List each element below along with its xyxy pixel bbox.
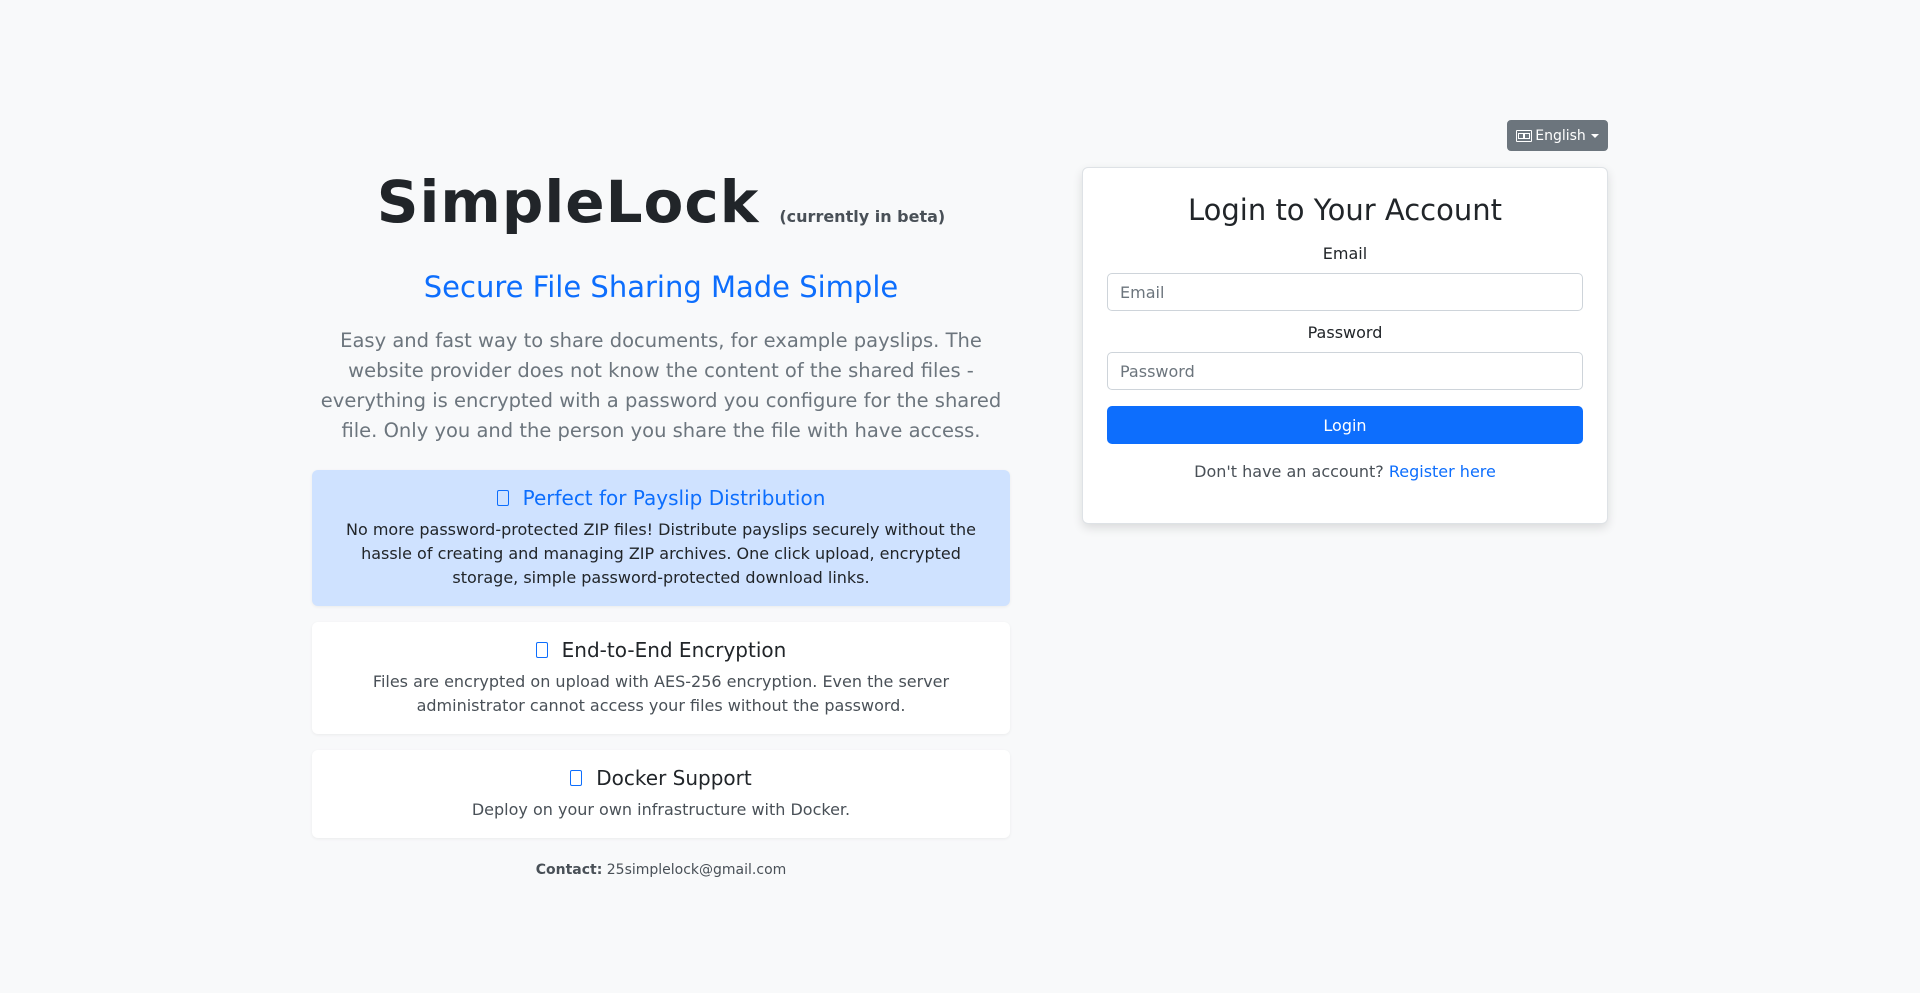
brand-heading: SimpleLock (currently in beta) xyxy=(312,168,1010,248)
email-field[interactable] xyxy=(1107,273,1583,311)
feature-title: Perfect for Payslip Distribution xyxy=(522,486,826,510)
feature-text: Deploy on your own infrastructure with D… xyxy=(471,800,851,819)
register-link[interactable]: Register here xyxy=(1389,462,1496,481)
contact-info: Contact: 25simplelock@gmail.com xyxy=(312,862,1010,878)
password-label: Password xyxy=(1307,323,1383,342)
tagline: Secure File Sharing Made Simple xyxy=(423,270,899,304)
app-title: SimpleLock xyxy=(376,168,760,236)
feature-heading: Docker Support xyxy=(312,764,1010,792)
feature-card-payslip: Perfect for Payslip Distribution No more… xyxy=(312,470,1010,606)
email-label: Email xyxy=(1322,244,1368,263)
login-card: Login to Your Account Email Password Log… xyxy=(1082,167,1608,524)
feature-text: Files are encrypted on upload with AES-2… xyxy=(372,672,950,715)
password-field[interactable] xyxy=(1107,352,1583,390)
login-button[interactable]: Login xyxy=(1107,406,1583,444)
contact-label: Contact: xyxy=(535,862,603,878)
docker-icon xyxy=(570,770,583,786)
feature-title: Docker Support xyxy=(596,766,752,790)
login-title: Login to Your Account xyxy=(1187,193,1502,227)
register-prompt: Don't have an account? Register here xyxy=(1107,462,1583,481)
description: Easy and fast way to share documents, fo… xyxy=(320,329,1002,442)
feature-heading: Perfect for Payslip Distribution xyxy=(312,484,1010,512)
flag-icon xyxy=(1516,129,1533,142)
lock-icon xyxy=(535,642,548,658)
feature-title: End-to-End Encryption xyxy=(561,638,787,662)
contact-email: 25simplelock@gmail.com xyxy=(606,862,787,878)
feature-heading: End-to-End Encryption xyxy=(312,636,1010,664)
feature-card-encryption: End-to-End Encryption Files are encrypte… xyxy=(312,622,1010,734)
feature-text: No more password-protected ZIP files! Di… xyxy=(346,520,976,587)
chevron-down-icon xyxy=(1590,134,1599,138)
beta-badge: (currently in beta) xyxy=(779,207,946,226)
hero-section: SimpleLock (currently in beta) Secure Fi… xyxy=(312,160,1010,878)
language-dropdown-button[interactable]: English xyxy=(1507,120,1608,151)
feature-card-docker: Docker Support Deploy on your own infras… xyxy=(312,750,1010,838)
page: English SimpleLock (currently in beta) S… xyxy=(0,0,1920,993)
document-icon xyxy=(496,490,509,506)
language-label: English xyxy=(1535,127,1586,144)
no-account-text: Don't have an account? xyxy=(1194,462,1384,481)
